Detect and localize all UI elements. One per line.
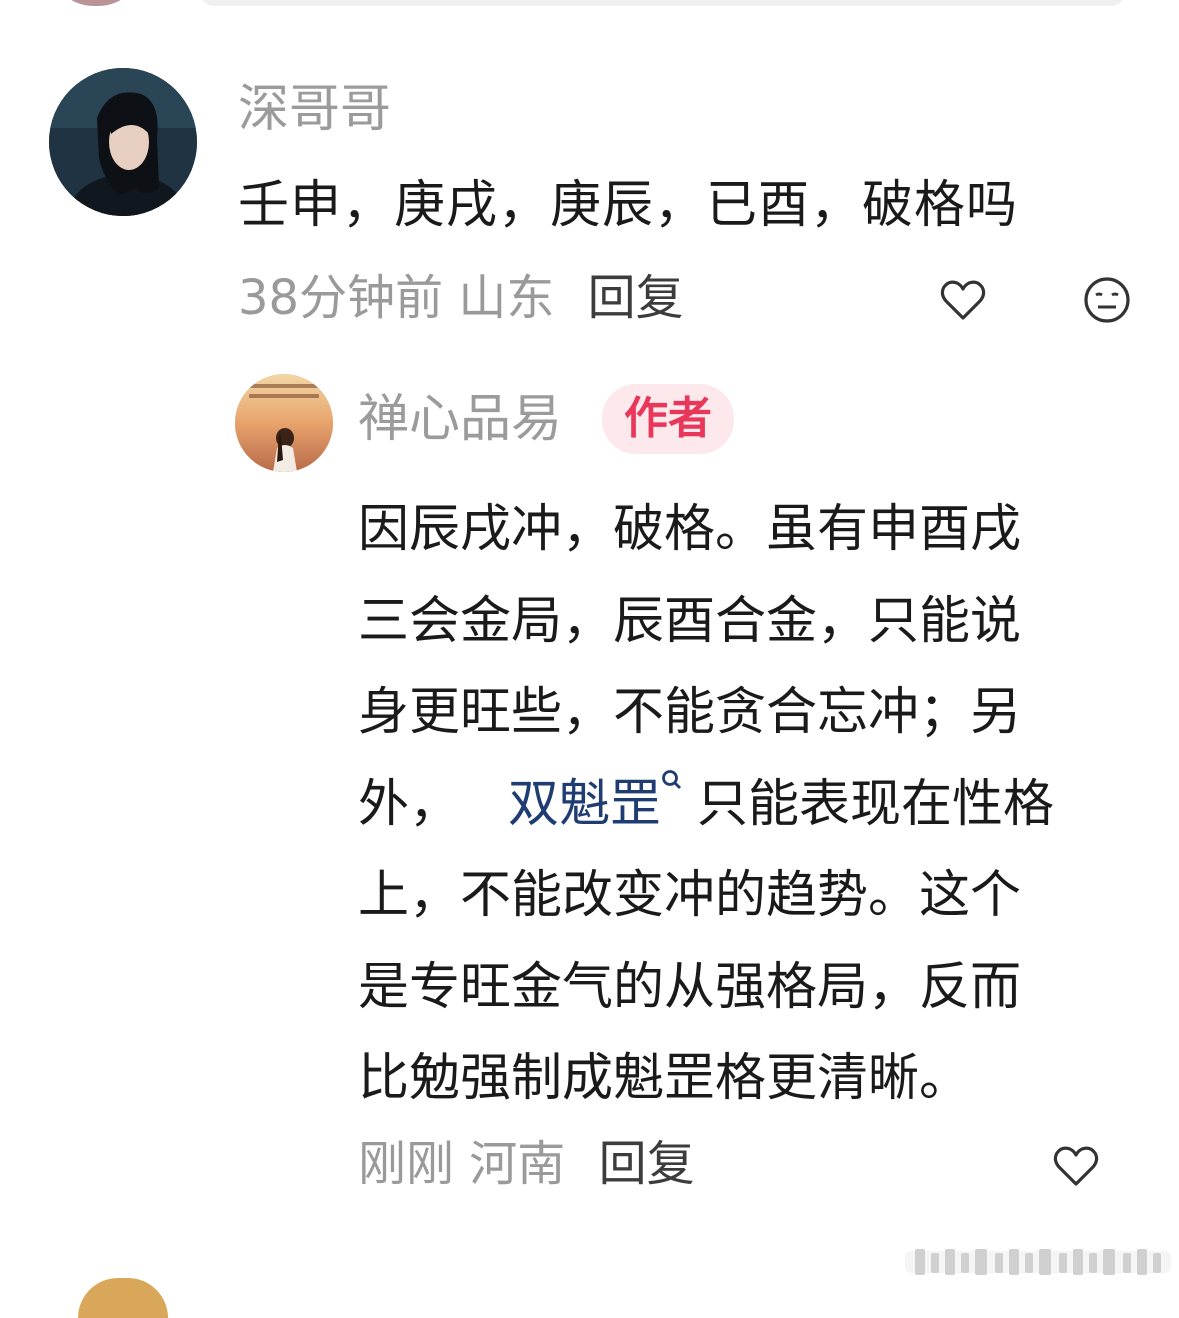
topic-link[interactable]: 双魁罡	[508, 775, 661, 834]
reply-line: 身更旺些，不能贪合忘冲；另	[358, 683, 1022, 742]
reply-reply-button[interactable]: 回复	[599, 1136, 695, 1192]
previous-comment-box-partial	[200, 0, 1125, 6]
comment-username[interactable]: 深哥哥	[238, 80, 391, 140]
reply-line: 是专旺金气的从强格局，反而	[358, 957, 1022, 1017]
heart-icon[interactable]	[1051, 1142, 1101, 1192]
reply-text: 因辰戌冲，破格。虽有申酉戌 三会金局，辰酉合金，只能说 身更旺些，不能贪合忘冲；…	[358, 484, 1118, 1125]
reply-line: 外，	[358, 774, 461, 834]
reply-line: 三会金局，辰酉合金，只能说	[358, 591, 1022, 651]
author-badge: 作者	[602, 384, 734, 454]
reply-line: 因辰戌冲，破格。虽有申酉戌	[358, 500, 1022, 559]
avatar[interactable]	[49, 68, 197, 216]
reply-button[interactable]: 回复	[588, 270, 684, 326]
reply-time: 刚刚	[358, 1136, 455, 1192]
reply-avatar[interactable]	[235, 374, 333, 472]
comment-location: 山东	[458, 270, 555, 326]
search-icon[interactable]	[661, 769, 683, 793]
reply-username[interactable]: 禅心品易	[358, 390, 562, 450]
watermark	[905, 1243, 1171, 1279]
reply-line: 比勉强制成魁罡格更清晰。	[358, 1049, 971, 1108]
reply-meta: 刚刚 河南 回复	[358, 1134, 695, 1194]
neutral-face-icon[interactable]	[1082, 275, 1132, 325]
reply-line: 只能表现在性格	[697, 774, 1055, 834]
reply-location: 河南	[469, 1136, 566, 1192]
comment-text: 壬申，庚戌，庚辰，已酉，破格吗	[238, 176, 1019, 235]
heart-icon[interactable]	[938, 276, 988, 326]
reply-line-with-link: 外， 双魁罡 只能表现在性格	[358, 759, 1118, 851]
reply-line: 上，不能改变冲的趋势。这个	[358, 866, 1022, 925]
next-avatar-partial	[78, 1278, 168, 1318]
comment-meta: 38分钟前 山东 回复	[238, 268, 684, 328]
comment-time: 38分钟前	[238, 270, 444, 326]
previous-avatar-partial	[48, 0, 144, 6]
